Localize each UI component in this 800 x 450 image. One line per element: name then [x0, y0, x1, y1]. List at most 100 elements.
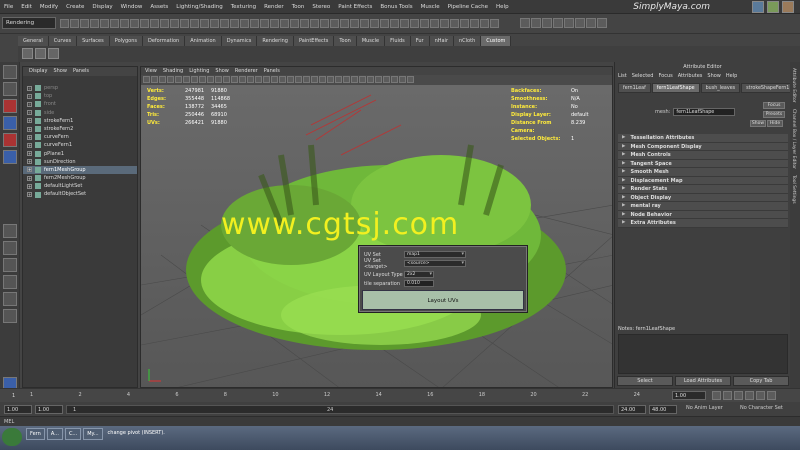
expand-icon[interactable]: +	[27, 85, 32, 91]
viewport-panel[interactable]: View Shading Lighting Show Renderer Panels	[140, 66, 613, 388]
shelf-tab-fur[interactable]: Fur	[410, 36, 430, 46]
status-tool-icon[interactable]	[110, 19, 119, 28]
shelf-tab-muscle[interactable]: Muscle	[356, 36, 386, 46]
uv-set-dropdown[interactable]: map1	[404, 251, 466, 258]
shelf-tool-icon[interactable]	[35, 48, 46, 59]
viewport-tool-icon[interactable]	[263, 76, 270, 83]
status-tool-icon[interactable]	[470, 19, 479, 28]
attr-section[interactable]: ▶ mental ray	[618, 202, 788, 211]
expand-icon[interactable]: +	[27, 126, 32, 132]
viewport-tool-icon[interactable]	[295, 76, 302, 83]
expand-icon[interactable]: +	[27, 192, 32, 198]
outliner-item[interactable]: + top	[23, 92, 137, 100]
shelf-tab-fluids[interactable]: Fluids	[385, 36, 411, 46]
status-tool-icon[interactable]	[180, 19, 189, 28]
outliner-item[interactable]: + side	[23, 109, 137, 117]
expand-icon[interactable]: +	[27, 159, 32, 165]
viewport-tool-icon[interactable]	[151, 76, 158, 83]
menu-item-create[interactable]: Create	[62, 0, 88, 14]
scale-tool-icon[interactable]	[3, 150, 17, 164]
single-view-layout-icon[interactable]	[3, 241, 17, 255]
outliner-layout-icon[interactable]	[3, 275, 17, 289]
viewport-tool-icon[interactable]	[359, 76, 366, 83]
viewport-menu-panels[interactable]: Panels	[264, 67, 280, 75]
shelf-tab-dynamics[interactable]: Dynamics	[221, 36, 258, 46]
viewport-tool-icon[interactable]	[239, 76, 246, 83]
shelf-tab-rendering[interactable]: Rendering	[257, 36, 294, 46]
menu-item-toon[interactable]: Toon	[288, 0, 309, 14]
status-tool-icon[interactable]	[100, 19, 109, 28]
layout-type-dropdown[interactable]: 2x2	[404, 271, 434, 278]
status-tool-icon[interactable]	[490, 19, 499, 28]
mode-selector[interactable]: Rendering	[2, 17, 56, 29]
status-tool-icon[interactable]	[310, 19, 319, 28]
viewport-tool-icon[interactable]	[231, 76, 238, 83]
status-tool-icon[interactable]	[410, 19, 419, 28]
status-tool-icon[interactable]	[340, 19, 349, 28]
attr-section[interactable]: ▶ Node Behavior	[618, 210, 788, 219]
range-start-field[interactable]: 1.00	[4, 405, 32, 414]
mesh-name-field[interactable]: fern1LeafShape	[673, 108, 736, 116]
outliner-item[interactable]: + curveFern1	[23, 141, 137, 149]
expand-arrow-icon[interactable]: ▶	[622, 185, 625, 193]
status-tool-icon[interactable]	[400, 19, 409, 28]
expand-icon[interactable]: +	[27, 175, 32, 181]
shelf-tab-nhair[interactable]: nHair	[429, 36, 454, 46]
expand-icon[interactable]: +	[27, 118, 32, 124]
viewport-tool-icon[interactable]	[399, 76, 406, 83]
status-tool-icon[interactable]	[170, 19, 179, 28]
status-tool-icon[interactable]	[250, 19, 259, 28]
expand-icon[interactable]: +	[27, 93, 32, 99]
menu-item-muscle[interactable]: Muscle	[417, 0, 444, 14]
side-tab[interactable]: Attribute Editor	[791, 68, 796, 103]
show-button[interactable]: Show	[750, 120, 766, 127]
status-tool-icon[interactable]	[290, 19, 299, 28]
shelf-tab-curves[interactable]: Curves	[48, 36, 78, 46]
status-tool-icon[interactable]	[80, 19, 89, 28]
play-forward-icon[interactable]	[745, 391, 754, 400]
shelf-tab-painteffects[interactable]: PaintEffects	[293, 36, 335, 46]
expand-icon[interactable]: +	[27, 134, 32, 140]
outliner-menu-panels[interactable]: Panels	[73, 67, 89, 76]
shelf-tab-ncloth[interactable]: nCloth	[454, 36, 482, 46]
menu-item-assets[interactable]: Assets	[146, 0, 172, 14]
menu-item-pipeline-cache[interactable]: Pipeline Cache	[444, 0, 492, 14]
render-tool-icon[interactable]	[564, 18, 574, 28]
load-attributes-button[interactable]: Load Attributes	[675, 376, 731, 386]
viewport-tool-icon[interactable]	[319, 76, 326, 83]
menu-item-modify[interactable]: Modify	[36, 0, 62, 14]
play-back-icon[interactable]	[734, 391, 743, 400]
viewport-tool-icon[interactable]	[207, 76, 214, 83]
status-tool-icon[interactable]	[230, 19, 239, 28]
menu-item-file[interactable]: File	[0, 0, 17, 14]
playback-end-field[interactable]: 24.00	[618, 405, 646, 414]
menu-item-texturing[interactable]: Texturing	[227, 0, 260, 14]
viewport-tool-icon[interactable]	[255, 76, 262, 83]
move-tool-icon[interactable]	[3, 116, 17, 130]
step-back-icon[interactable]	[723, 391, 732, 400]
go-to-start-icon[interactable]	[712, 391, 721, 400]
expand-icon[interactable]: +	[27, 167, 32, 173]
taskbar-item[interactable]: My...	[83, 428, 103, 440]
status-tool-icon[interactable]	[280, 19, 289, 28]
expand-arrow-icon[interactable]: ▶	[622, 168, 625, 176]
status-tool-icon[interactable]	[350, 19, 359, 28]
manipulator-icon[interactable]	[3, 224, 17, 238]
copy-tab-button[interactable]: Copy Tab	[733, 376, 789, 386]
focus-button[interactable]: Focus	[763, 102, 785, 109]
viewport-tool-icon[interactable]	[327, 76, 334, 83]
attr-menu-focus[interactable]: Focus	[658, 72, 672, 81]
shelf-tab-surfaces[interactable]: Surfaces	[77, 36, 110, 46]
expand-icon[interactable]: +	[27, 142, 32, 148]
menu-item-display[interactable]: Display	[88, 0, 116, 14]
status-tool-icon[interactable]	[390, 19, 399, 28]
status-tool-icon[interactable]	[240, 19, 249, 28]
status-tool-icon[interactable]	[330, 19, 339, 28]
status-tool-icon[interactable]	[440, 19, 449, 28]
current-time-field[interactable]: 1.00	[672, 391, 706, 400]
rotate-tool-icon[interactable]	[3, 133, 17, 147]
taskbar-item[interactable]: C...	[64, 428, 82, 440]
viewport-menu-renderer[interactable]: Renderer	[235, 67, 258, 75]
status-tool-icon[interactable]	[210, 19, 219, 28]
hypershade-layout-icon[interactable]	[3, 309, 17, 323]
